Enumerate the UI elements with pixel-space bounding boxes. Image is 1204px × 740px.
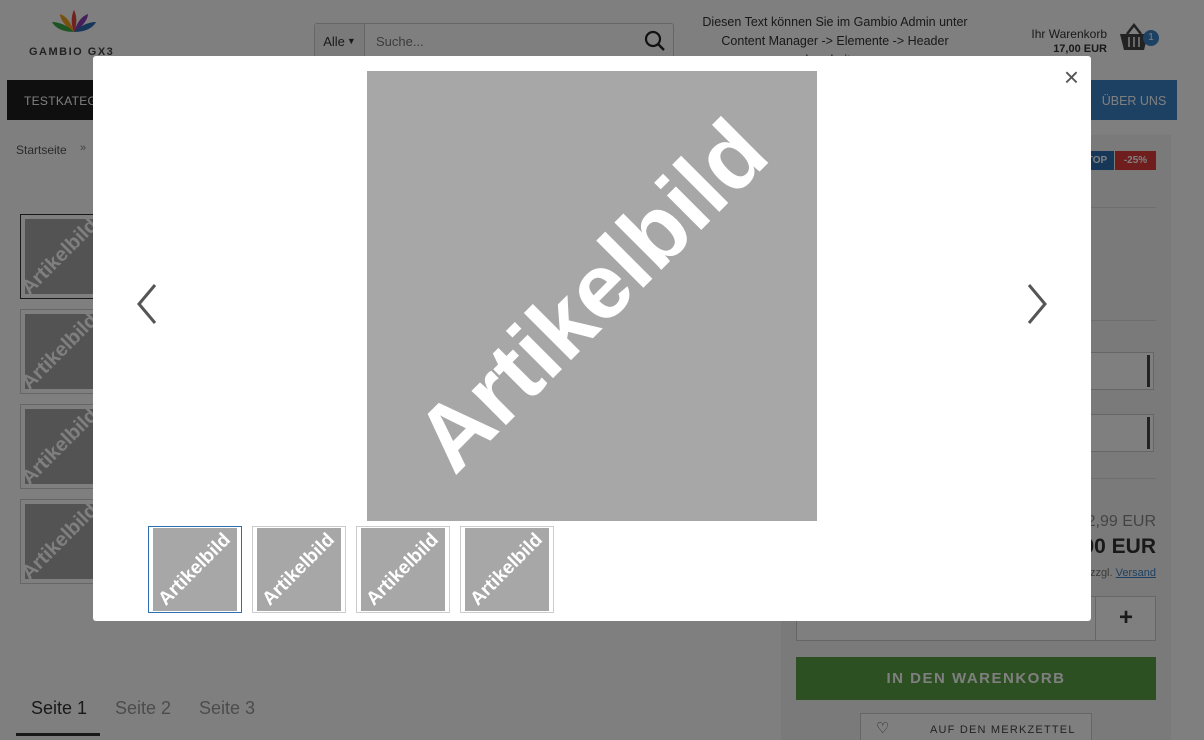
thumb-watermark: Artikelbild	[154, 528, 235, 610]
image-lightbox: × Artikelbild Artikelbild Artikelbild Ar…	[93, 56, 1091, 621]
lightbox-thumb[interactable]: Artikelbild	[252, 526, 346, 613]
thumb-watermark: Artikelbild	[258, 528, 339, 610]
lightbox-thumb[interactable]: Artikelbild	[460, 526, 554, 613]
lightbox-thumb[interactable]: Artikelbild	[148, 526, 242, 613]
chevron-right-icon[interactable]	[1021, 281, 1051, 327]
thumb-watermark: Artikelbild	[466, 528, 547, 610]
chevron-left-icon[interactable]	[133, 281, 163, 327]
lightbox-main-image: Artikelbild	[367, 71, 817, 521]
thumb-watermark: Artikelbild	[362, 528, 443, 610]
main-image-watermark: Artikelbild	[396, 100, 787, 491]
close-icon[interactable]: ×	[1064, 64, 1079, 90]
lightbox-thumb[interactable]: Artikelbild	[356, 526, 450, 613]
